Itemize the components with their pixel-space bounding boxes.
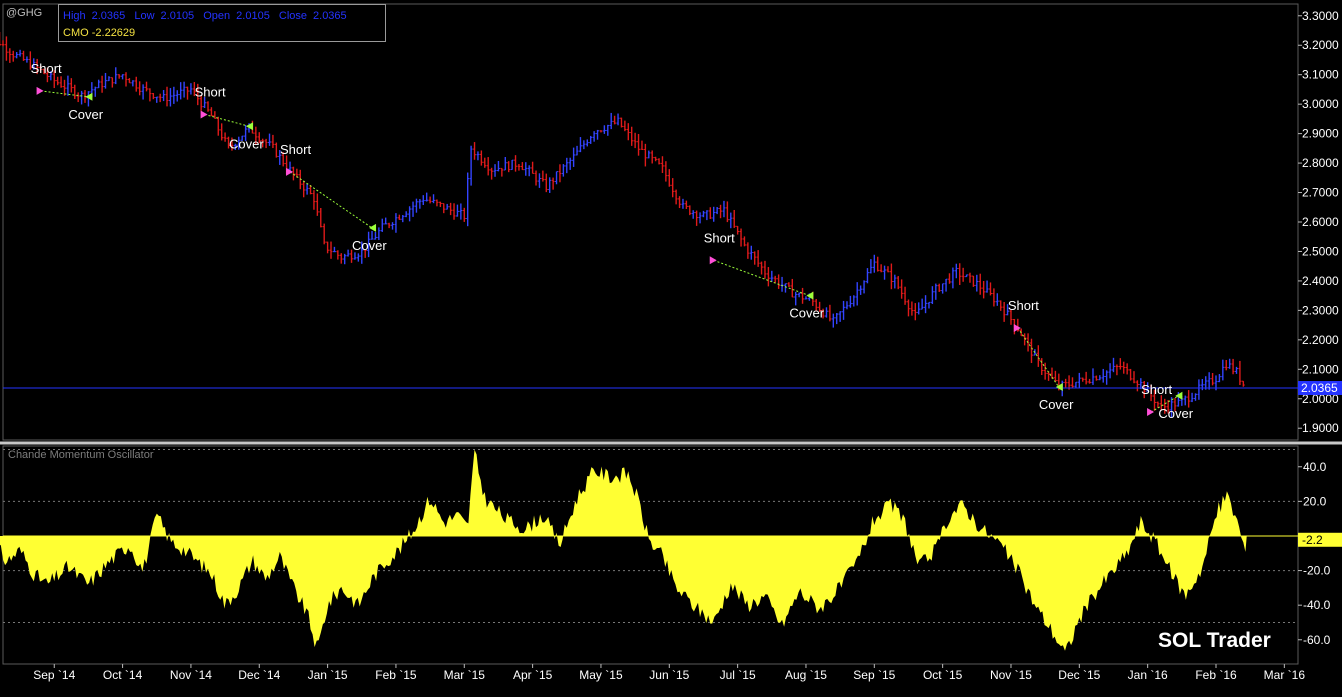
indicator-title: Chande Momentum Oscillator xyxy=(8,449,154,461)
osc-tick-label: 20.0 xyxy=(1303,494,1327,508)
time-tick-label: Jan `16 xyxy=(1128,668,1168,682)
cover-label: Cover xyxy=(229,136,264,151)
cover-label: Cover xyxy=(1039,397,1074,412)
osc-tick-label: -60.0 xyxy=(1303,633,1331,647)
oscillator-pane: 40.0 20.0 -20.0 -40.0 -60.0 -2.2 xyxy=(0,445,1342,665)
short-arrow xyxy=(1147,408,1155,417)
cover-label: Cover xyxy=(789,306,824,321)
open-value: 2.0105 xyxy=(236,10,270,22)
price-tick-label: 2.1000 xyxy=(1302,362,1339,376)
short-arrow xyxy=(36,86,44,95)
price-tick-label: 2.8000 xyxy=(1302,156,1339,170)
time-tick-label: Sep `15 xyxy=(853,668,895,682)
time-axis: Sep `14 Oct `14 Nov `14 Dec `14 Jan `15 Feb `… xyxy=(33,664,1305,682)
brand-watermark: SOL Trader xyxy=(1158,629,1271,652)
ohlc-bars xyxy=(0,32,1245,418)
price-tick-label: 3.2000 xyxy=(1302,38,1339,52)
price-tick-label: 2.5000 xyxy=(1302,244,1339,258)
ohlc-info-box: High 2.0365 Low 2.0105 Open 2.0105 Close 2.0… xyxy=(58,4,386,42)
osc-tick-label: -40.0 xyxy=(1303,598,1331,612)
price-tick-label: 2.2000 xyxy=(1302,333,1339,347)
osc-tick-label: 40.0 xyxy=(1303,460,1327,474)
ohlc-row: High 2.0365 Low 2.0105 Open 2.0105 Close 2.0… xyxy=(63,10,353,22)
chart-canvas: 3.3000 3.2000 3.1000 3.0000 2.9000 2.8000 2.70… xyxy=(0,3,1342,682)
cover-label: Cover xyxy=(68,107,103,122)
time-tick-label: Nov `15 xyxy=(990,668,1032,682)
low-label: Low xyxy=(134,10,155,22)
price-pane: 3.3000 3.2000 3.1000 3.0000 2.9000 2.8000 2.70… xyxy=(0,3,1342,445)
low-value: 2.0105 xyxy=(160,10,195,22)
high-label: High xyxy=(63,10,86,22)
time-tick-label: Jan `15 xyxy=(308,668,348,682)
short-label: Short xyxy=(1008,298,1039,313)
trade-line xyxy=(204,113,250,127)
time-tick-label: Apr `15 xyxy=(513,668,553,682)
osc-tick-label: -20.0 xyxy=(1303,564,1331,578)
short-arrow xyxy=(200,110,208,119)
price-tick-label: 3.1000 xyxy=(1302,68,1339,82)
cmo-area xyxy=(0,449,1247,651)
time-tick-label: Nov `14 xyxy=(170,668,212,682)
high-value: 2.0365 xyxy=(91,10,126,22)
time-tick-label: Aug `15 xyxy=(785,668,827,682)
cover-arrow xyxy=(369,223,377,232)
cover-label: Cover xyxy=(352,238,387,253)
cmo-last-label: -2.2 xyxy=(1302,533,1323,547)
close-value: 2.0365 xyxy=(313,10,347,22)
time-tick-label: Dec `14 xyxy=(238,668,280,682)
short-label: Short xyxy=(31,61,62,76)
cover-label: Cover xyxy=(1158,406,1193,421)
price-tick-label: 2.4000 xyxy=(1302,274,1339,288)
time-tick-label: Jul `15 xyxy=(720,668,756,682)
last-price-label: 2.0365 xyxy=(1301,381,1338,395)
price-tick-label: 3.0000 xyxy=(1302,97,1339,111)
open-label: Open xyxy=(203,10,231,22)
close-label: Close xyxy=(278,10,308,22)
short-label: Short xyxy=(195,84,226,99)
cmo-row: CMO -2.22629 xyxy=(63,27,135,39)
time-tick-label: Oct `14 xyxy=(103,668,143,682)
price-tick-label: 2.6000 xyxy=(1302,215,1339,229)
time-tick-label: May `15 xyxy=(579,668,623,682)
price-tick-label: 2.3000 xyxy=(1302,303,1339,317)
cmo-label: CMO xyxy=(63,27,89,39)
time-tick-label: Mar `15 xyxy=(444,668,486,682)
trade-line xyxy=(289,171,373,229)
price-tick-label: 3.3000 xyxy=(1302,9,1339,23)
price-tick-label: 2.9000 xyxy=(1302,127,1339,141)
time-tick-label: Mar `16 xyxy=(1264,668,1306,682)
time-tick-label: Feb `16 xyxy=(1195,668,1237,682)
symbol-label: @GHG xyxy=(6,7,43,19)
price-tick-label: 2.7000 xyxy=(1302,186,1339,200)
short-arrow xyxy=(709,256,717,265)
time-tick-label: Jun `15 xyxy=(649,668,689,682)
short-label: Short xyxy=(280,142,311,157)
time-tick-label: Dec `15 xyxy=(1058,668,1100,682)
time-tick-label: Feb `15 xyxy=(375,668,417,682)
time-tick-label: Sep `14 xyxy=(33,668,75,682)
time-tick-label: Oct `15 xyxy=(923,668,963,682)
short-label: Short xyxy=(704,230,735,245)
cmo-value: -2.22629 xyxy=(91,27,136,39)
short-label: Short xyxy=(1141,382,1172,397)
price-tick-label: 1.9000 xyxy=(1302,421,1339,435)
